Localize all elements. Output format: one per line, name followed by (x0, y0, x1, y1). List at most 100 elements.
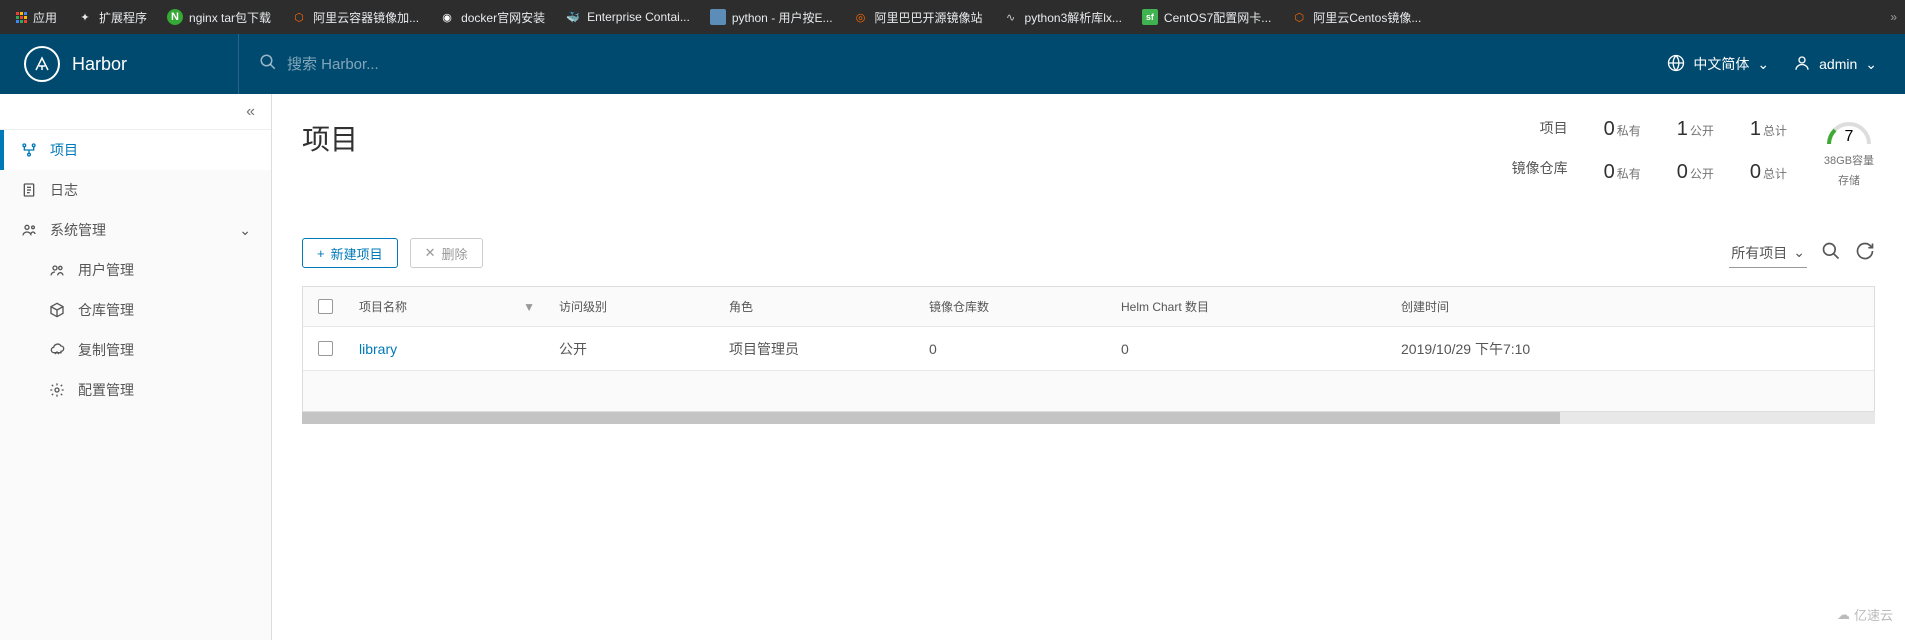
sidebar-item-sysadmin[interactable]: 系统管理 ⌄ (0, 210, 271, 250)
sidebar-item-logs[interactable]: 日志 (0, 170, 271, 210)
cloud-icon (48, 342, 66, 358)
bookmark-label: docker官网安装 (461, 9, 545, 26)
stat-repo-label: 镜像仓库 (1512, 158, 1568, 178)
cell-helm: 0 (1109, 341, 1389, 357)
search-input[interactable] (287, 56, 587, 73)
sidebar-item-repo-mgmt[interactable]: 仓库管理 (0, 290, 271, 330)
bookmark-label: Enterprise Contai... (587, 10, 690, 24)
favicon-icon (710, 9, 726, 25)
scroll-thumb[interactable] (302, 412, 1560, 424)
bookmark-item[interactable]: ◎阿里巴巴开源镜像站 (845, 5, 991, 30)
user-menu[interactable]: admin ⌄ (1793, 54, 1877, 75)
close-icon: ✕ (425, 245, 436, 261)
bookmark-label: 阿里巴巴开源镜像站 (875, 9, 983, 26)
button-label: 新建项目 (331, 244, 383, 263)
cell-access: 公开 (547, 339, 717, 359)
user-icon (1793, 54, 1811, 75)
sidebar-item-projects[interactable]: 项目 (0, 130, 271, 170)
stat-value: 1 (1750, 118, 1761, 141)
stat-suffix: 私有 (1617, 165, 1641, 182)
sidebar-collapse-row: « (0, 94, 271, 130)
harbor-header: Harbor 中文简体 ⌄ admin ⌄ (0, 34, 1905, 94)
chevron-down-icon: ⌄ (1757, 56, 1769, 73)
bookmark-item[interactable]: ⬡阿里云容器镜像加... (283, 5, 427, 30)
bookmark-apps[interactable]: 应用 (8, 5, 65, 30)
stat-value: 0 (1677, 161, 1688, 184)
col-role[interactable]: 角色 (717, 298, 917, 315)
sidebar-item-user-mgmt[interactable]: 用户管理 (0, 250, 271, 290)
cloud-icon: ☁ (1837, 607, 1850, 623)
search-icon[interactable] (1821, 241, 1841, 266)
sidebar-item-label: 仓库管理 (78, 300, 134, 320)
bookmark-item[interactable]: ◉docker官网安装 (431, 5, 553, 30)
header-right: 中文简体 ⌄ admin ⌄ (1639, 54, 1905, 75)
bookmark-item[interactable]: sfCentOS7配置网卡... (1134, 5, 1279, 30)
project-link[interactable]: library (359, 341, 397, 357)
bookmark-label: 扩展程序 (99, 9, 147, 26)
favicon-icon: sf (1142, 9, 1158, 25)
stat-suffix: 总计 (1763, 165, 1787, 182)
user-label: admin (1819, 56, 1857, 72)
bookmark-label: python - 用户按E... (732, 9, 833, 26)
bookmark-item[interactable]: Nnginx tar包下载 (159, 5, 279, 30)
sidebar-item-config[interactable]: 配置管理 (0, 370, 271, 410)
filter-icon[interactable]: ▼ (523, 300, 535, 314)
horizontal-scrollbar[interactable] (302, 412, 1875, 424)
stats-row: 项目 镜像仓库 0私有 0私有 1公开 0公开 1总计 0总计 7 38GB容量 (1512, 118, 1875, 188)
stat-suffix: 公开 (1690, 165, 1714, 182)
stat-project-label: 项目 (1540, 118, 1568, 138)
refresh-icon[interactable] (1855, 241, 1875, 266)
collapse-icon[interactable]: « (246, 103, 255, 121)
storage-label: 存储 (1838, 172, 1860, 188)
new-project-button[interactable]: + 新建项目 (302, 238, 398, 268)
bookmark-label: python3解析库lx... (1025, 9, 1122, 26)
puzzle-icon: ✦ (77, 9, 93, 25)
projects-table: 项目名称▼ 访问级别 角色 镜像仓库数 Helm Chart 数目 创建时间 l… (302, 286, 1875, 412)
language-selector[interactable]: 中文简体 ⌄ (1667, 54, 1769, 75)
storage-widget: 7 38GB容量 存储 (1823, 118, 1875, 188)
language-label: 中文简体 (1693, 54, 1749, 74)
stat-value: 1 (1677, 118, 1688, 141)
stat-value: 0 (1750, 161, 1761, 184)
select-all-checkbox[interactable] (318, 299, 333, 314)
favicon-icon: 🐳 (565, 9, 581, 25)
delete-button[interactable]: ✕ 删除 (410, 238, 483, 268)
filter-label: 所有项目 (1731, 243, 1787, 263)
project-filter-select[interactable]: 所有项目 ⌄ (1729, 239, 1807, 268)
row-checkbox[interactable] (318, 341, 333, 356)
action-row: + 新建项目 ✕ 删除 所有项目 ⌄ (302, 238, 1875, 268)
bookmark-item[interactable]: ⬡ 阿里云Centos镜像... (1283, 5, 1429, 30)
logs-icon (20, 182, 38, 198)
stat-value: 0 (1604, 118, 1615, 141)
col-access[interactable]: 访问级别 (547, 298, 717, 315)
favicon-icon: ⬡ (1291, 9, 1307, 25)
sidebar-item-label: 复制管理 (78, 340, 134, 360)
apps-grid-icon (16, 12, 27, 23)
plus-icon: + (317, 246, 325, 261)
cell-created: 2019/10/29 下午7:10 (1389, 339, 1874, 359)
col-name[interactable]: 项目名称▼ (347, 298, 547, 315)
chevron-down-icon: ⌄ (1865, 56, 1877, 73)
bookmark-label: 应用 (33, 9, 57, 26)
col-repos[interactable]: 镜像仓库数 (917, 298, 1109, 315)
bookmark-item[interactable]: ∿python3解析库lx... (995, 5, 1130, 30)
bookmark-extensions[interactable]: ✦ 扩展程序 (69, 5, 155, 30)
favicon-icon: ⬡ (291, 9, 307, 25)
bookmark-item[interactable]: python - 用户按E... (702, 5, 841, 30)
sidebar: « 项目 日志 系统管理 ⌄ 用户管理 仓库管理 复制管理 (0, 94, 272, 640)
cell-repos: 0 (917, 341, 1109, 357)
admin-icon (20, 222, 38, 238)
browser-bookmarks-bar: 应用 ✦ 扩展程序 Nnginx tar包下载 ⬡阿里云容器镜像加... ◉do… (0, 0, 1905, 34)
col-helm[interactable]: Helm Chart 数目 (1109, 298, 1389, 315)
cell-role: 项目管理员 (717, 339, 917, 359)
bookmark-label: 阿里云Centos镜像... (1313, 9, 1421, 26)
logo-section[interactable]: Harbor (0, 46, 238, 82)
users-icon (48, 262, 66, 278)
col-created[interactable]: 创建时间 (1389, 298, 1874, 315)
bookmark-item[interactable]: 🐳 Enterprise Contai... (557, 5, 698, 29)
watermark: ☁ 亿速云 (1837, 605, 1893, 624)
table-header: 项目名称▼ 访问级别 角色 镜像仓库数 Helm Chart 数目 创建时间 (303, 287, 1874, 327)
bookmarks-overflow-icon[interactable]: » (1890, 10, 1897, 24)
sidebar-item-replication[interactable]: 复制管理 (0, 330, 271, 370)
table-row[interactable]: library 公开 项目管理员 0 0 2019/10/29 下午7:10 (303, 327, 1874, 371)
